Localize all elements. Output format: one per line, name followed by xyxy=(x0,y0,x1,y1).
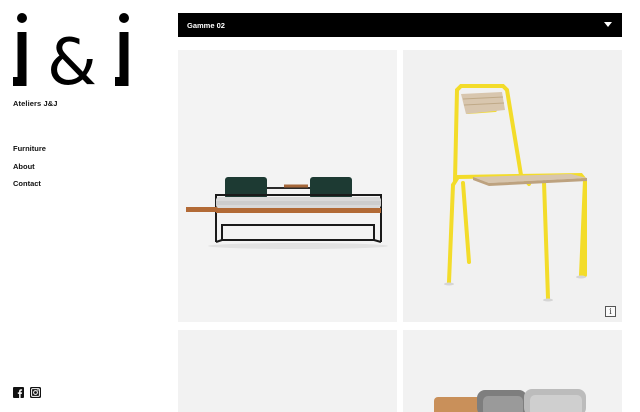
gallery-item-furniture[interactable] xyxy=(178,330,397,412)
info-button[interactable]: i xyxy=(605,306,616,317)
daybed-sofa-image xyxy=(178,50,397,322)
main-nav: Furniture About Contact xyxy=(13,144,46,197)
gallery-item-cushioned-seating[interactable] xyxy=(403,330,622,412)
caret-down-icon xyxy=(604,22,612,27)
cushioned-seating-image xyxy=(403,330,622,412)
nav-item-furniture[interactable]: Furniture xyxy=(13,144,46,162)
furniture-image xyxy=(178,330,397,412)
sidebar: & Ateliers J&J Furniture About Contact xyxy=(0,0,160,412)
gamme-selector-label: Gamme 02 xyxy=(187,20,225,30)
yellow-chair-image xyxy=(403,50,622,322)
brand-logo[interactable]: & xyxy=(12,12,134,88)
social-links xyxy=(13,385,41,398)
logo-mark: & xyxy=(13,13,129,88)
nav-item-about[interactable]: About xyxy=(13,162,46,180)
gallery-item-yellow-chair[interactable] xyxy=(403,50,622,322)
brand-name: Ateliers J&J xyxy=(13,99,58,108)
instagram-icon[interactable] xyxy=(30,385,41,398)
logo-ampersand: & xyxy=(47,26,97,88)
gamme-selector[interactable]: Gamme 02 xyxy=(178,13,622,37)
nav-item-contact[interactable]: Contact xyxy=(13,179,46,197)
gallery-item-daybed-sofa[interactable] xyxy=(178,50,397,322)
facebook-icon[interactable] xyxy=(13,385,24,398)
